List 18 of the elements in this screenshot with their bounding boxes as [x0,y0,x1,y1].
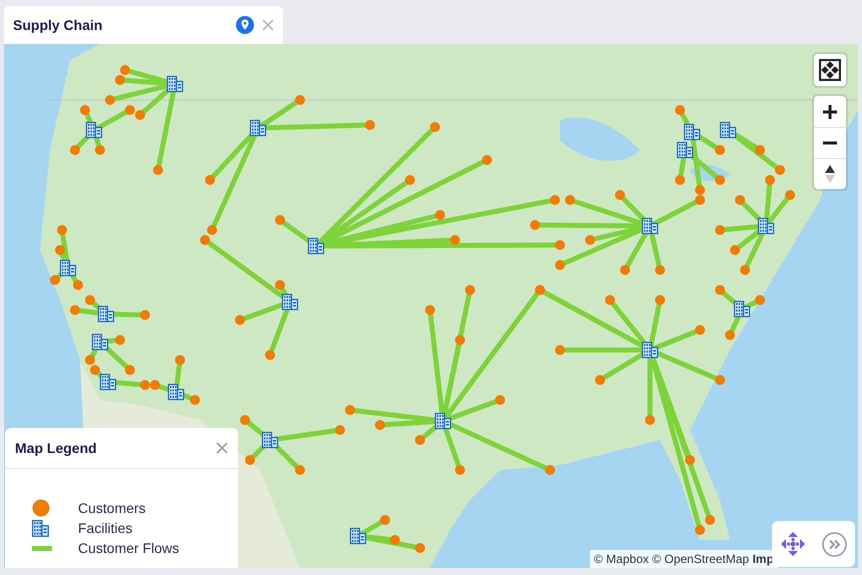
close-icon[interactable] [216,442,228,454]
compass-icon [825,165,835,183]
legend-title: Map Legend [15,440,97,456]
minus-icon [823,141,837,145]
building-icon [32,520,49,536]
legend-label: Customers [78,500,146,516]
plus-icon [823,104,837,118]
fullscreen-button[interactable] [814,54,846,86]
tab-title: Supply Chain [13,17,104,33]
legend-label: Facilities [78,520,132,536]
dot-icon [32,499,50,517]
move-icon[interactable] [780,532,804,556]
fullscreen-icon [819,59,841,81]
legend-label: Customer Flows [78,540,180,556]
location-pin-icon[interactable] [236,16,254,34]
map-tab[interactable]: Supply Chain [4,6,283,44]
flow-cluster-drawing [50,225,83,290]
expand-icon[interactable] [822,532,846,556]
